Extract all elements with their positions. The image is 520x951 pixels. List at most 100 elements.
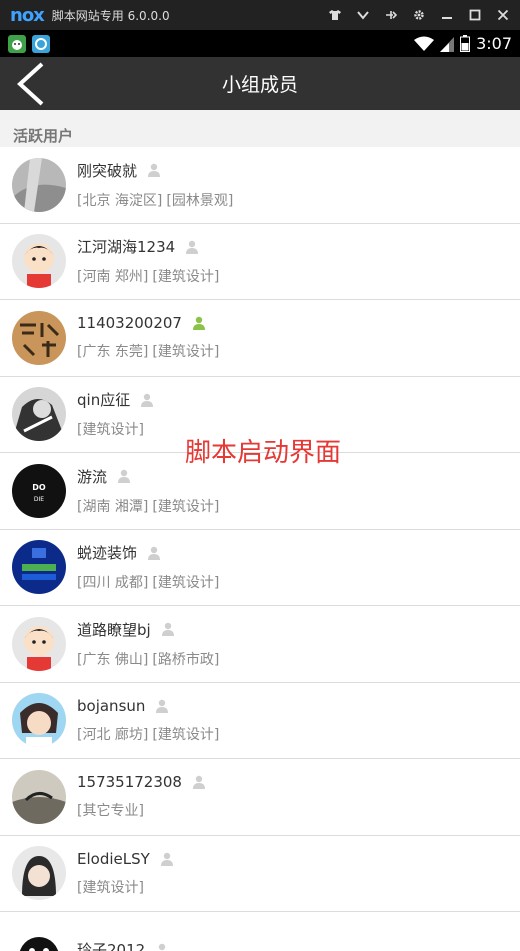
person-icon: [118, 470, 131, 484]
member-row[interactable]: ElodieLSY [建筑设计]: [0, 836, 520, 912]
profession-tag: [建筑设计]: [77, 879, 144, 896]
member-info: 刚突破就 [北京 海淀区] [园林景观]: [77, 160, 233, 210]
emulator-logo: nox: [10, 4, 45, 26]
status-indicators: 3:07: [414, 34, 512, 53]
member-row[interactable]: 刚突破就 [北京 海淀区] [园林景观]: [0, 147, 520, 224]
member-info: ElodieLSY [建筑设计]: [77, 850, 174, 897]
member-name: 蜕迹装饰: [77, 544, 138, 563]
avatar[interactable]: [12, 769, 66, 824]
person-icon: [192, 317, 205, 331]
member-row[interactable]: 11403200207 [广东 东莞] [建筑设计]: [0, 300, 520, 377]
minimize-icon[interactable]: [440, 8, 454, 22]
emulator-title: 脚本网站专用 6.0.0.0: [51, 8, 170, 23]
location-tag: [北京 海淀区]: [77, 192, 163, 209]
avatar[interactable]: [12, 922, 66, 951]
person-icon: [141, 393, 154, 407]
member-name: 刚突破就: [77, 161, 138, 180]
member-info: 蜕迹装饰 [四川 成都] [建筑设计]: [77, 542, 219, 592]
member-name-line: 玲子2012: [77, 939, 169, 951]
chevron-down-icon[interactable]: [356, 8, 370, 22]
person-icon: [148, 546, 161, 560]
profession-tag: [建筑设计]: [77, 422, 144, 439]
member-info: 道路瞭望bj [广东 佛山] [路桥市政]: [77, 619, 219, 669]
location-tag: [四川 成都]: [77, 575, 149, 592]
member-name-line: 11403200207: [77, 314, 219, 332]
section-header: 活跃用户: [0, 110, 520, 147]
profession-tag: [建筑设计]: [152, 575, 220, 592]
member-row[interactable]: 玲子2012: [0, 912, 520, 951]
back-arrow-icon: [17, 62, 44, 106]
profession-tag: [建筑设计]: [152, 498, 220, 515]
member-tags: [河南 郑州] [建筑设计]: [77, 266, 219, 286]
member-row[interactable]: 15735172308 [其它专业]: [0, 759, 520, 836]
member-tags: [四川 成都] [建筑设计]: [77, 572, 219, 592]
member-name-line: ElodieLSY: [77, 850, 174, 868]
member-info: 江河湖海1234 [河南 郑州] [建筑设计]: [77, 236, 219, 286]
emulator-title-bar: nox 脚本网站专用 6.0.0.0: [0, 0, 520, 30]
back-button[interactable]: [12, 62, 52, 106]
member-name-line: 刚突破就: [77, 160, 233, 181]
member-row[interactable]: 蜕迹装饰 [四川 成都] [建筑设计]: [0, 530, 520, 606]
member-name-line: 道路瞭望bj: [77, 619, 219, 640]
member-info: bojansun [河北 廊坊] [建筑设计]: [77, 697, 219, 744]
member-list-screen: 活跃用户 刚突破就 [北京 海淀区] [园林景观] 江河湖海1234 [河南 郑州] [建…: [0, 110, 520, 951]
avatar[interactable]: [12, 387, 66, 442]
member-name: qin应征: [77, 391, 131, 410]
battery-icon: [460, 35, 471, 52]
location-tag: [广东 佛山]: [77, 651, 149, 668]
member-name: 玲子2012: [77, 941, 146, 951]
svg-text:DO: DO: [32, 483, 46, 492]
emulator-controls: [328, 8, 510, 22]
avatar[interactable]: [12, 310, 66, 365]
profession-tag: [建筑设计]: [152, 344, 220, 361]
profession-tag: [建筑设计]: [152, 726, 220, 743]
avatar[interactable]: [12, 846, 66, 901]
member-name: 11403200207: [77, 314, 182, 333]
location-tag: [河南 郑州]: [77, 269, 149, 286]
avatar[interactable]: [12, 616, 66, 671]
pin-icon[interactable]: [384, 8, 398, 22]
member-row[interactable]: 江河湖海1234 [河南 郑州] [建筑设计]: [0, 224, 520, 300]
location-tag: [广东 东莞]: [77, 344, 149, 361]
member-info: 玲子2012: [77, 939, 169, 951]
avatar[interactable]: [12, 234, 66, 289]
close-icon[interactable]: [496, 8, 510, 22]
profession-tag: [路桥市政]: [152, 651, 220, 668]
page-title: 小组成员: [221, 74, 298, 96]
member-name-line: 蜕迹装饰: [77, 542, 219, 563]
person-icon: [192, 776, 205, 790]
member-list: 刚突破就 [北京 海淀区] [园林景观] 江河湖海1234 [河南 郑州] [建筑设计] 1…: [0, 147, 520, 951]
member-name: bojansun: [77, 696, 146, 715]
member-name-line: bojansun: [77, 697, 219, 715]
member-name: 游流: [77, 467, 108, 486]
member-tags: [湖南 湘潭] [建筑设计]: [77, 496, 219, 516]
status-bar: 3:07: [0, 30, 520, 57]
member-name: 道路瞭望bj: [77, 620, 151, 639]
person-icon: [160, 852, 173, 866]
member-info: 15735172308 [其它专业]: [77, 773, 206, 820]
member-row[interactable]: 道路瞭望bj [广东 佛山] [路桥市政]: [0, 606, 520, 683]
person-icon: [156, 699, 169, 713]
member-name: 江河湖海1234: [77, 238, 176, 257]
avatar[interactable]: [12, 157, 66, 212]
person-icon: [161, 623, 174, 637]
member-tags: [建筑设计]: [77, 877, 174, 897]
member-info: 游流 [湖南 湘潭] [建筑设计]: [77, 466, 219, 516]
member-info: 11403200207 [广东 东莞] [建筑设计]: [77, 314, 219, 361]
person-icon: [186, 240, 199, 254]
gear-icon[interactable]: [412, 8, 426, 22]
app-bar: 小组成员: [0, 57, 520, 110]
avatar[interactable]: DO DIE: [12, 463, 66, 518]
person-icon: [158, 943, 166, 951]
avatar[interactable]: [12, 540, 66, 595]
member-row[interactable]: bojansun [河北 廊坊] [建筑设计]: [0, 683, 520, 759]
avatar[interactable]: [12, 693, 66, 748]
member-name-line: qin应征: [77, 389, 154, 410]
member-info: qin应征 [建筑设计]: [77, 389, 154, 439]
maximize-icon[interactable]: [468, 8, 482, 22]
shirt-icon[interactable]: [328, 8, 342, 22]
profession-tag: [其它专业]: [77, 803, 144, 820]
app-store-icon: [32, 34, 50, 53]
android-app-icon: [8, 34, 26, 53]
member-tags: [北京 海淀区] [园林景观]: [77, 190, 233, 210]
